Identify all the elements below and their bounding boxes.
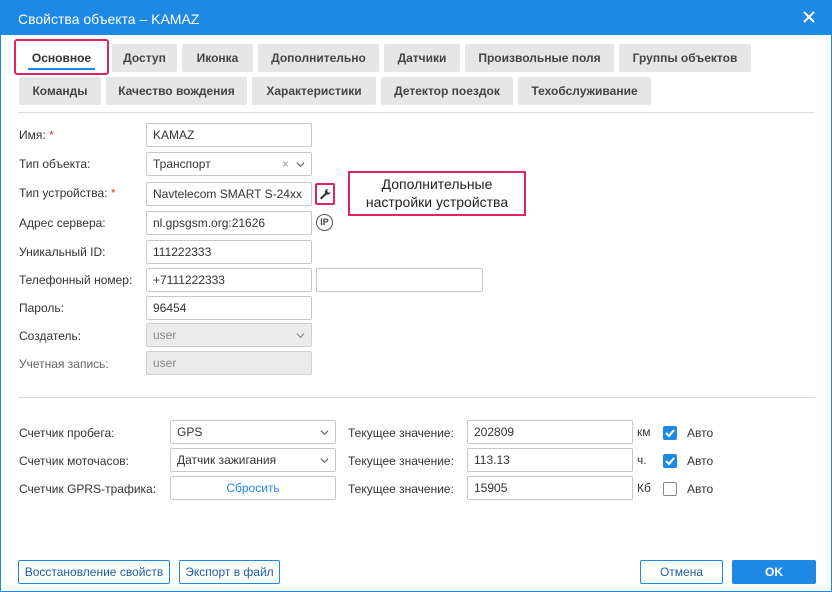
tab-icon[interactable]: Иконка bbox=[182, 44, 253, 72]
tab-main[interactable]: Основное bbox=[19, 44, 104, 72]
checkmark-icon bbox=[665, 457, 675, 466]
tab-label: Группы объектов bbox=[632, 51, 738, 65]
unique-id-label: Уникальный ID: bbox=[19, 245, 106, 259]
tab-driving-quality[interactable]: Качество вождения bbox=[106, 77, 247, 105]
mileage-counter-value: GPS bbox=[177, 425, 203, 439]
object-type-value: Транспорт bbox=[153, 157, 211, 171]
engine-hours-counter-select[interactable]: Датчик зажигания bbox=[170, 448, 336, 472]
engine-hours-counter-value: Датчик зажигания bbox=[177, 453, 277, 467]
object-properties-dialog: Свойства объекта – KAMAZ Основное Доступ… bbox=[0, 0, 832, 592]
tab-custom-fields[interactable]: Произвольные поля bbox=[465, 44, 614, 72]
creator-select[interactable]: user bbox=[146, 323, 312, 347]
chevron-down-icon bbox=[320, 430, 329, 436]
title-bar: Свойства объекта – KAMAZ bbox=[1, 1, 831, 35]
tab-label: Произвольные поля bbox=[478, 51, 601, 65]
gprs-current-input[interactable]: 15905 bbox=[467, 476, 633, 500]
wrench-icon bbox=[320, 188, 331, 200]
mileage-auto-checkbox[interactable] bbox=[663, 426, 677, 440]
phone-label: Телефонный номер: bbox=[19, 273, 133, 287]
engine-hours-current-input[interactable]: 113.13 bbox=[467, 448, 633, 472]
window-title: Свойства объекта – KAMAZ bbox=[18, 11, 200, 27]
server-address-label: Адрес сервера: bbox=[19, 216, 106, 230]
tab-commands[interactable]: Команды bbox=[19, 77, 101, 105]
ip-info-icon[interactable]: IP bbox=[316, 214, 333, 231]
server-address-input[interactable]: nl.gpsgsm.org:21626 bbox=[146, 211, 312, 235]
device-type-label: Тип устройства: * bbox=[19, 186, 116, 200]
divider bbox=[18, 397, 815, 398]
engine-hours-unit: ч. bbox=[637, 453, 647, 467]
creator-label: Создатель: bbox=[19, 329, 82, 343]
tab-label: Характеристики bbox=[266, 84, 362, 98]
current-value-label: Текущее значение: bbox=[348, 426, 454, 440]
tab-characteristics[interactable]: Характеристики bbox=[252, 77, 376, 105]
auto-label: Авто bbox=[687, 454, 714, 468]
chevron-down-icon bbox=[320, 458, 329, 464]
gprs-auto-checkbox[interactable] bbox=[663, 482, 677, 496]
checkmark-icon bbox=[665, 429, 675, 438]
device-type-input[interactable]: Navtelecom SMART S-24xx bbox=[146, 182, 312, 206]
tab-label: Доступ bbox=[123, 51, 166, 65]
auto-label: Авто bbox=[687, 482, 714, 496]
account-input: user bbox=[146, 351, 312, 375]
tab-label: Техобслуживание bbox=[531, 84, 638, 98]
tab-label: Качество вождения bbox=[118, 84, 235, 98]
creator-value: user bbox=[153, 328, 177, 342]
reset-gprs-button[interactable]: Сбросить bbox=[170, 476, 336, 500]
tab-label: Детектор поездок bbox=[394, 84, 500, 98]
tab-access[interactable]: Доступ bbox=[112, 44, 177, 72]
current-value-label: Текущее значение: bbox=[348, 482, 454, 496]
cancel-button[interactable]: Отмена bbox=[640, 560, 723, 584]
tab-maintenance[interactable]: Техобслуживание bbox=[518, 77, 651, 105]
ok-button[interactable]: OK bbox=[732, 560, 816, 584]
mileage-counter-select[interactable]: GPS bbox=[170, 420, 336, 444]
export-to-file-button[interactable]: Экспорт в файл bbox=[179, 560, 280, 584]
name-label: Имя: * bbox=[19, 128, 54, 142]
password-label: Пароль: bbox=[19, 301, 64, 315]
password-input[interactable]: 96454 bbox=[146, 296, 312, 320]
tab-label: Команды bbox=[32, 84, 88, 98]
device-settings-button[interactable] bbox=[315, 183, 335, 205]
gprs-counter-label: Счетчик GPRS-трафика: bbox=[19, 482, 157, 496]
object-type-label: Тип объекта: bbox=[19, 157, 91, 171]
chevron-down-icon bbox=[296, 162, 305, 168]
mileage-unit: км bbox=[637, 425, 651, 439]
tab-label: Иконка bbox=[196, 51, 239, 65]
active-tab-underline bbox=[28, 68, 95, 70]
tab-main-label: Основное bbox=[31, 51, 92, 65]
engine-hours-counter-label: Счетчик моточасов: bbox=[19, 454, 129, 468]
current-value-label: Текущее значение: bbox=[348, 454, 454, 468]
account-label: Учетная запись: bbox=[19, 357, 109, 371]
restore-properties-button[interactable]: Восстановление свойств bbox=[18, 560, 170, 584]
close-icon[interactable] bbox=[799, 7, 819, 27]
chevron-down-icon bbox=[296, 333, 305, 339]
callout-line2: настройки устройства bbox=[365, 194, 509, 210]
phone-input[interactable]: +7111222333 bbox=[146, 268, 312, 292]
tab-label: Дополнительно bbox=[271, 51, 366, 65]
gprs-unit: Кб bbox=[637, 481, 651, 495]
clear-icon[interactable]: × bbox=[282, 153, 289, 175]
tab-object-groups[interactable]: Группы объектов bbox=[619, 44, 751, 72]
phone2-input[interactable] bbox=[316, 268, 483, 292]
unique-id-input[interactable]: 111222333 bbox=[146, 240, 312, 264]
name-input[interactable]: KAMAZ bbox=[146, 123, 312, 147]
tab-label: Датчики bbox=[397, 51, 447, 65]
tab-additional[interactable]: Дополнительно bbox=[258, 44, 379, 72]
tab-trip-detector[interactable]: Детектор поездок bbox=[381, 77, 513, 105]
tab-sensors[interactable]: Датчики bbox=[384, 44, 460, 72]
object-type-select[interactable]: Транспорт × bbox=[146, 152, 312, 176]
auto-label: Авто bbox=[687, 426, 714, 440]
engine-hours-auto-checkbox[interactable] bbox=[663, 454, 677, 468]
device-settings-callout: Дополнительные настройки устройства bbox=[348, 171, 526, 216]
divider bbox=[18, 112, 815, 113]
callout-line1: Дополнительные bbox=[381, 176, 493, 192]
mileage-current-input[interactable]: 202809 bbox=[467, 420, 633, 444]
mileage-counter-label: Счетчик пробега: bbox=[19, 426, 115, 440]
